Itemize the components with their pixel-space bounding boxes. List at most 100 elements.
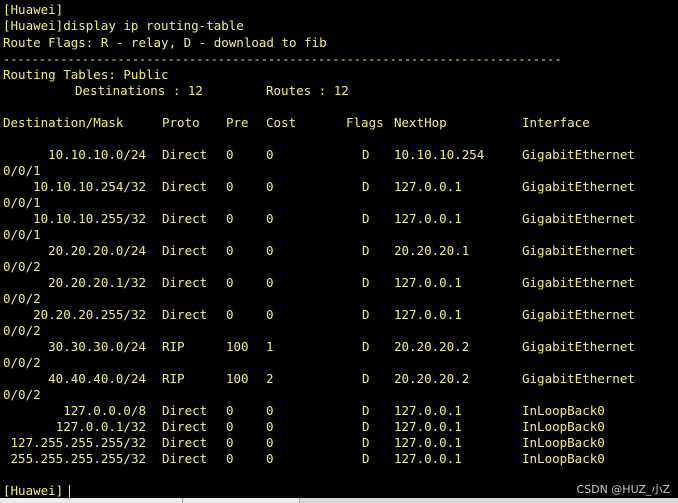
route-interface-wrap: 0/0/1 — [3, 163, 41, 178]
route-proto: Direct — [162, 243, 208, 258]
route-flags: D — [362, 371, 370, 386]
route-pre: 0 — [226, 147, 234, 162]
route-cost: 0 — [266, 179, 274, 194]
window-bottom-edge — [0, 498, 678, 503]
route-cost: 0 — [266, 435, 274, 450]
route-interface: GigabitEthernet — [522, 339, 635, 354]
route-nexthop: 127.0.0.1 — [394, 275, 462, 290]
route-cost: 2 — [266, 371, 274, 386]
route-nexthop: 127.0.0.1 — [394, 419, 462, 434]
route-proto: Direct — [162, 419, 208, 434]
bottom-edge-segment — [0, 498, 183, 503]
route-pre: 100 — [226, 339, 249, 354]
route-flags: D — [362, 275, 370, 290]
route-nexthop: 127.0.0.1 — [394, 307, 462, 322]
route-destination: 10.10.10.254/32 — [33, 179, 146, 194]
route-destination: 30.30.30.0/24 — [48, 339, 146, 354]
bottom-edge-segment — [183, 498, 300, 503]
route-nexthop: 127.0.0.1 — [394, 179, 462, 194]
route-flags: D — [362, 307, 370, 322]
route-proto: Direct — [162, 179, 208, 194]
terminal-window[interactable]: [Huawei] [Huawei]display ip routing-tabl… — [0, 0, 678, 503]
separator-line: ----------------------------------------… — [3, 52, 562, 66]
route-proto: Direct — [162, 147, 208, 162]
route-flags: D — [362, 147, 370, 162]
route-proto: Direct — [162, 403, 208, 418]
route-flags: D — [362, 403, 370, 418]
route-pre: 100 — [226, 371, 249, 386]
route-nexthop: 10.10.10.254 — [394, 147, 485, 162]
route-flags: D — [362, 451, 370, 466]
route-interface: GigabitEthernet — [522, 307, 635, 322]
route-interface-wrap: 0/0/2 — [3, 355, 41, 370]
route-pre: 0 — [226, 243, 234, 258]
route-nexthop: 127.0.0.1 — [394, 435, 462, 450]
route-interface: InLoopBack0 — [522, 419, 605, 434]
route-proto: Direct — [162, 307, 208, 322]
prompt-line-bottom: [Huawei] — [3, 483, 64, 498]
route-proto: Direct — [162, 211, 208, 226]
route-destination: 127.0.0.0/8 — [63, 403, 146, 418]
header-proto: Proto — [162, 115, 200, 130]
route-proto: Direct — [162, 275, 208, 290]
route-destination: 10.10.10.255/32 — [33, 211, 146, 226]
route-cost: 0 — [266, 275, 274, 290]
route-destination: 20.20.20.0/24 — [48, 243, 146, 258]
route-interface: GigabitEthernet — [522, 179, 635, 194]
route-cost: 0 — [266, 403, 274, 418]
route-cost: 0 — [266, 451, 274, 466]
route-nexthop: 127.0.0.1 — [394, 451, 462, 466]
route-cost: 0 — [266, 307, 274, 322]
header-cost: Cost — [266, 115, 297, 130]
route-proto: RIP — [162, 371, 185, 386]
header-flags: Flags — [346, 115, 384, 130]
route-pre: 0 — [226, 307, 234, 322]
route-interface-wrap: 0/0/2 — [3, 259, 41, 274]
route-flags: D — [362, 179, 370, 194]
route-interface-wrap: 0/0/1 — [3, 227, 41, 242]
route-interface: GigabitEthernet — [522, 147, 635, 162]
route-flags: D — [362, 211, 370, 226]
destinations-count: Destinations : 12 — [75, 83, 203, 98]
command-line: [Huawei]display ip routing-table — [3, 18, 244, 33]
text-cursor — [69, 485, 70, 498]
route-nexthop: 20.20.20.2 — [394, 339, 470, 354]
route-interface-wrap: 0/0/2 — [3, 291, 41, 306]
route-interface-wrap: 0/0/2 — [3, 387, 41, 402]
route-interface: GigabitEthernet — [522, 275, 635, 290]
route-interface-wrap: 0/0/2 — [3, 323, 41, 338]
route-pre: 0 — [226, 211, 234, 226]
route-destination: 127.255.255.255/32 — [10, 435, 146, 450]
routing-tables-line: Routing Tables: Public — [3, 67, 169, 82]
route-proto: Direct — [162, 435, 208, 450]
route-interface-wrap: 0/0/1 — [3, 195, 41, 210]
header-interface: Interface — [522, 115, 590, 130]
route-pre: 0 — [226, 275, 234, 290]
route-nexthop: 127.0.0.1 — [394, 211, 462, 226]
route-pre: 0 — [226, 451, 234, 466]
route-cost: 0 — [266, 243, 274, 258]
route-nexthop: 127.0.0.1 — [394, 403, 462, 418]
route-cost: 0 — [266, 211, 274, 226]
header-pre: Pre — [226, 115, 249, 130]
route-nexthop: 20.20.20.2 — [394, 371, 470, 386]
header-destination-mask: Destination/Mask — [3, 115, 124, 130]
route-proto: Direct — [162, 451, 208, 466]
route-interface: InLoopBack0 — [522, 451, 605, 466]
route-nexthop: 20.20.20.1 — [394, 243, 470, 258]
route-cost: 0 — [266, 419, 274, 434]
route-destination: 127.0.0.1/32 — [55, 419, 146, 434]
route-flags: D — [362, 435, 370, 450]
route-pre: 0 — [226, 435, 234, 450]
route-interface: GigabitEthernet — [522, 211, 635, 226]
csdn-watermark: CSDN @HUZ_小Z — [576, 483, 670, 496]
route-destination: 20.20.20.255/32 — [33, 307, 146, 322]
route-pre: 0 — [226, 179, 234, 194]
route-destination: 40.40.40.0/24 — [48, 371, 146, 386]
route-interface: GigabitEthernet — [522, 371, 635, 386]
route-destination: 20.20.20.1/32 — [48, 275, 146, 290]
route-cost: 0 — [266, 147, 274, 162]
route-pre: 0 — [226, 419, 234, 434]
route-flags-line: Route Flags: R - relay, D - download to … — [3, 35, 327, 50]
route-flags: D — [362, 419, 370, 434]
